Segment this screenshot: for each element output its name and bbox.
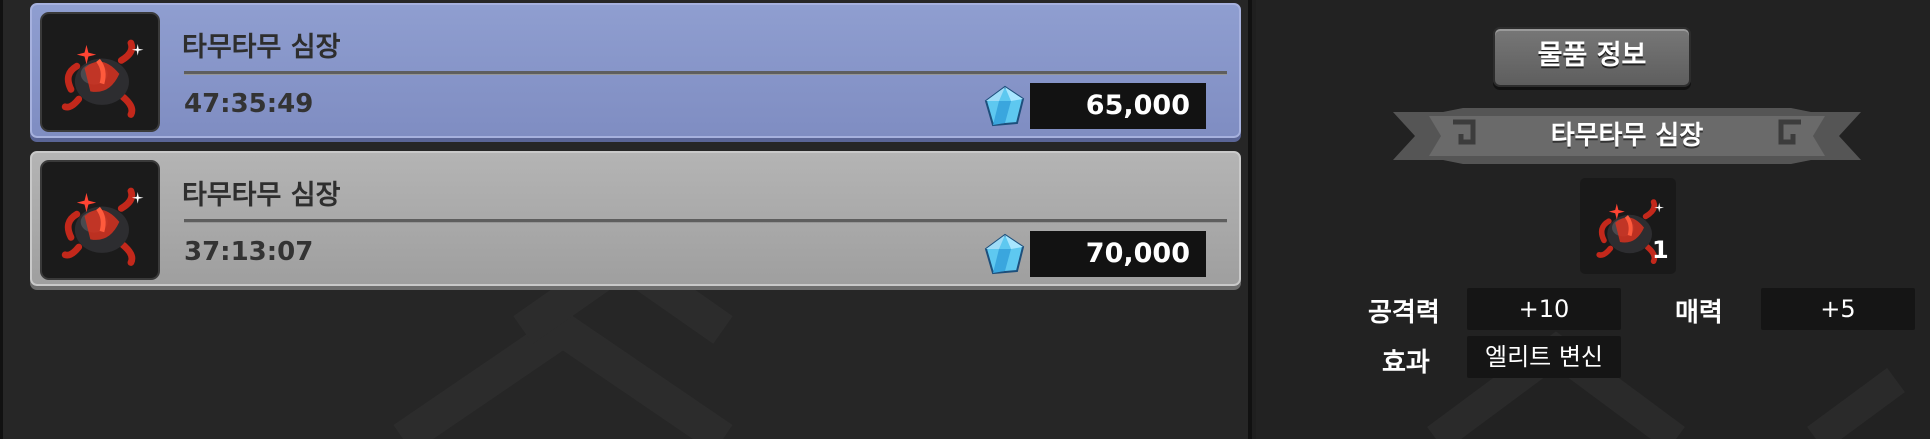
remaining-time: 47:35:49 bbox=[184, 89, 314, 119]
stat-label-effect: 효과 bbox=[1382, 348, 1430, 378]
item-thumbnail bbox=[40, 160, 160, 280]
item-name: 타무타무 심장 bbox=[182, 180, 341, 211]
market-listing-panel: 타무타무 심장 47:35:49 65,000 타무타무 심장 37:13:07 bbox=[0, 0, 1252, 439]
stat-value-charm: +5 bbox=[1761, 288, 1915, 330]
stat-label-attack: 공격력 bbox=[1368, 298, 1440, 328]
item-name: 타무타무 심장 bbox=[182, 32, 341, 63]
stat-label-charm: 매력 bbox=[1675, 298, 1723, 328]
diamond-gem-icon bbox=[984, 233, 1025, 275]
divider bbox=[184, 219, 1227, 223]
diamond-gem-icon bbox=[984, 85, 1025, 127]
stat-value-attack: +10 bbox=[1467, 288, 1621, 330]
item-name-title: 타무타무 심장 bbox=[1550, 121, 1704, 151]
remaining-time: 37:13:07 bbox=[184, 237, 314, 267]
price-display: 70,000 bbox=[1030, 231, 1206, 277]
tamutamu-heart-icon bbox=[61, 187, 144, 266]
tamutamu-heart-icon bbox=[61, 39, 144, 118]
item-name-banner: 타무타무 심장 bbox=[1393, 108, 1861, 164]
listing-row[interactable]: 타무타무 심장 37:13:07 70,000 bbox=[30, 151, 1241, 286]
stat-value-effect: 엘리트 변신 bbox=[1467, 336, 1621, 378]
price-display: 65,000 bbox=[1030, 83, 1206, 129]
divider bbox=[184, 71, 1227, 75]
item-quantity: 1 bbox=[1652, 236, 1669, 264]
item-info-button[interactable]: 물품 정보 bbox=[1493, 27, 1691, 87]
item-thumbnail bbox=[40, 12, 160, 132]
listing-row-selected[interactable]: 타무타무 심장 47:35:49 65,000 bbox=[30, 3, 1241, 138]
